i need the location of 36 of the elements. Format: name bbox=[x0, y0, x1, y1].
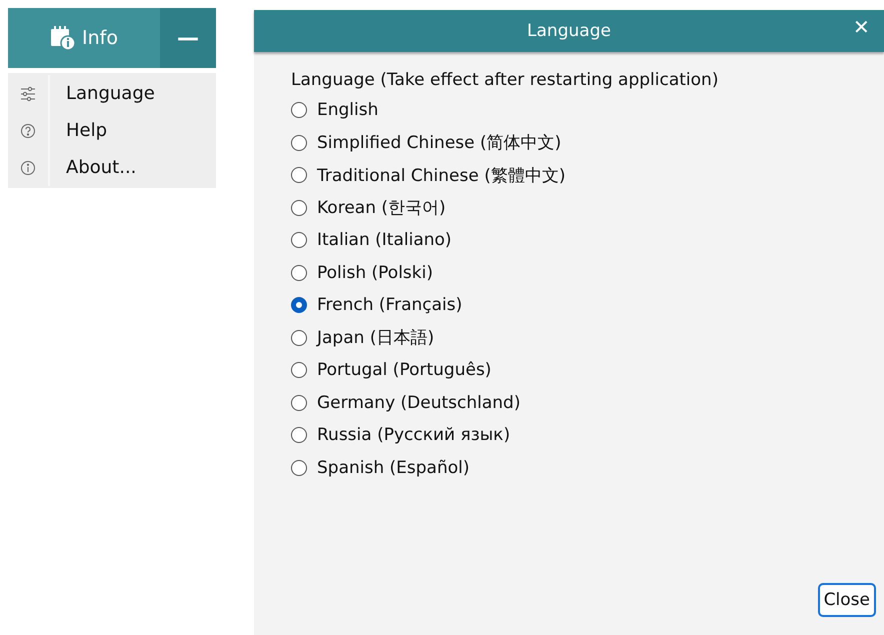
collapse-button[interactable]: — bbox=[160, 8, 216, 68]
menu-item[interactable]: Language bbox=[66, 83, 155, 104]
menu-item[interactable]: About... bbox=[66, 157, 136, 178]
radio-button[interactable] bbox=[291, 134, 307, 151]
radio-button[interactable] bbox=[291, 362, 307, 378]
radio-label[interactable]: Russia (Русский язык) bbox=[317, 425, 510, 446]
radio-button[interactable] bbox=[291, 102, 307, 118]
radio-label[interactable]: Traditional Chinese (繁體中文) bbox=[317, 164, 566, 187]
info-icon bbox=[20, 160, 36, 176]
radio-label[interactable]: Korean (한국어) bbox=[317, 196, 446, 220]
radio-button[interactable] bbox=[291, 200, 307, 216]
radio-label[interactable]: Polish (Polski) bbox=[317, 262, 433, 283]
radio-label[interactable]: Simplified Chinese (简体中文) bbox=[317, 131, 562, 154]
radio-button[interactable] bbox=[291, 460, 307, 476]
menu-item[interactable]: Help bbox=[66, 120, 108, 141]
radio-label[interactable]: English bbox=[317, 100, 378, 120]
radio-button[interactable] bbox=[291, 427, 307, 444]
radio-label[interactable]: Portugal (Português) bbox=[317, 360, 492, 380]
radio-button[interactable] bbox=[291, 394, 307, 411]
radio-button[interactable] bbox=[291, 297, 307, 314]
radio-button[interactable] bbox=[291, 330, 307, 346]
radio-button[interactable] bbox=[291, 232, 307, 248]
dialog-title: Language bbox=[527, 21, 611, 41]
radio-label[interactable]: Spanish (Español) bbox=[317, 458, 470, 478]
radio-label[interactable]: Italian (Italiano) bbox=[317, 230, 452, 250]
radio-label[interactable]: Japan (日本語) bbox=[317, 326, 434, 350]
sliders-icon bbox=[20, 86, 36, 102]
radio-label[interactable]: French (Français) bbox=[317, 295, 462, 316]
radio-label[interactable]: Germany (Deutschland) bbox=[317, 392, 520, 413]
calendar-info-icon bbox=[50, 26, 76, 50]
radio-button[interactable] bbox=[291, 264, 307, 281]
help-icon bbox=[20, 122, 36, 138]
info-button[interactable]: Info bbox=[8, 8, 160, 68]
radio-button[interactable] bbox=[291, 167, 307, 184]
language-prompt: Language (Take effect after restarting application) bbox=[291, 70, 720, 90]
close-button[interactable]: Close bbox=[818, 583, 876, 617]
